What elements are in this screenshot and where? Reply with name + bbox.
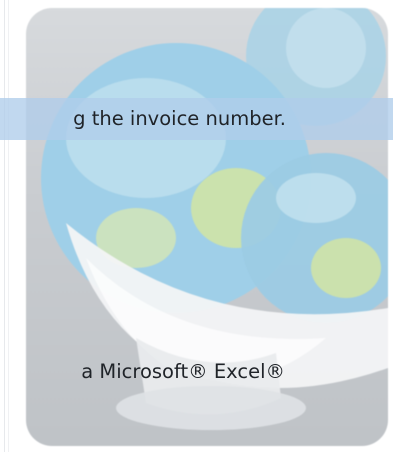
help-text-excel: a Microsoft® Excel® [81,360,285,383]
help-page: g the invoice number. a Microsoft® Excel… [0,0,393,452]
help-text-instruction: g the invoice number. [73,107,286,130]
help-text-line: g the invoice number. [0,104,393,134]
help-text-line: a Microsoft® Excel® [0,356,393,388]
